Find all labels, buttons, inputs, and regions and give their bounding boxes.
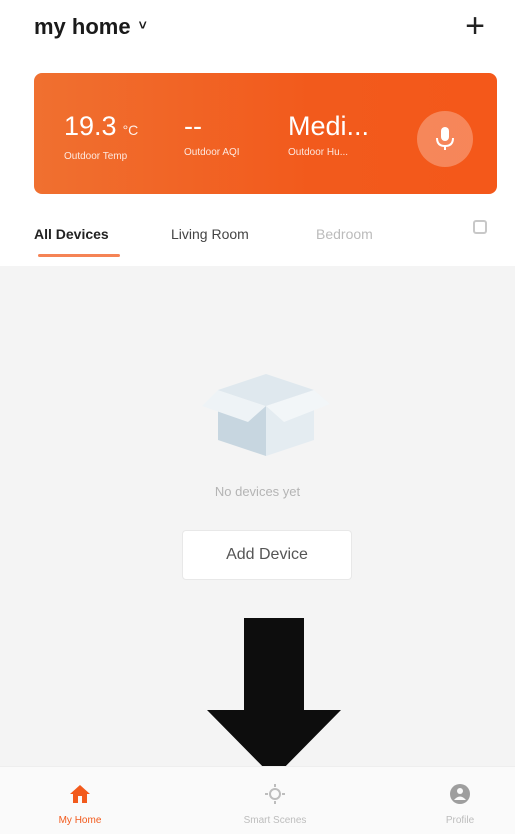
weather-card: 19.3 °C Outdoor Temp -- Outdoor AQI Medi.…	[34, 73, 497, 194]
add-button[interactable]: +	[455, 6, 495, 46]
nav-label-profile: Profile	[445, 815, 475, 826]
home-name: my home	[34, 14, 131, 39]
active-tab-indicator	[38, 254, 120, 257]
temp-value: 19.3	[64, 111, 117, 141]
outdoor-temp: 19.3 °C Outdoor Temp	[64, 111, 138, 162]
nav-label-my-home: My Home	[58, 815, 102, 826]
smart-scenes-icon	[265, 784, 285, 804]
down-arrow-annotation	[207, 618, 341, 778]
tab-bedroom[interactable]: Bedroom	[316, 226, 373, 242]
microphone-button[interactable]	[417, 111, 473, 167]
outdoor-humidity: Medi... Outdoor Hu...	[288, 111, 369, 158]
top-bar: my home ˅ +	[0, 0, 515, 60]
home-selector[interactable]: my home ˅	[34, 14, 147, 40]
room-tabs: All Devices Living Room Bedroom	[0, 210, 515, 266]
aqi-value: --	[184, 111, 202, 141]
aqi-label: Outdoor AQI	[184, 147, 240, 158]
tab-living-room[interactable]: Living Room	[171, 226, 249, 242]
empty-box-icon	[202, 374, 330, 456]
nav-smart-scenes[interactable]: Smart Scenes	[220, 783, 330, 826]
nav-label-smart-scenes: Smart Scenes	[243, 815, 307, 826]
room-manage-icon[interactable]	[473, 220, 487, 234]
microphone-icon	[436, 127, 454, 150]
temp-label: Outdoor Temp	[64, 151, 128, 162]
home-icon	[70, 785, 90, 803]
nav-my-home[interactable]: My Home	[25, 783, 135, 826]
profile-icon	[450, 784, 470, 804]
add-device-button[interactable]: Add Device	[182, 530, 352, 580]
chevron-down-icon: ˅	[138, 17, 147, 33]
empty-message: No devices yet	[214, 484, 301, 499]
bottom-navigation: My Home Smart Scenes Profile	[0, 766, 515, 834]
tab-all-devices[interactable]: All Devices	[34, 226, 109, 242]
humidity-value: Medi...	[288, 111, 370, 141]
humidity-label: Outdoor Hu...	[288, 147, 349, 158]
nav-profile[interactable]: Profile	[405, 783, 515, 826]
outdoor-aqi: -- Outdoor AQI	[184, 111, 240, 158]
temp-unit: °C	[122, 122, 139, 138]
